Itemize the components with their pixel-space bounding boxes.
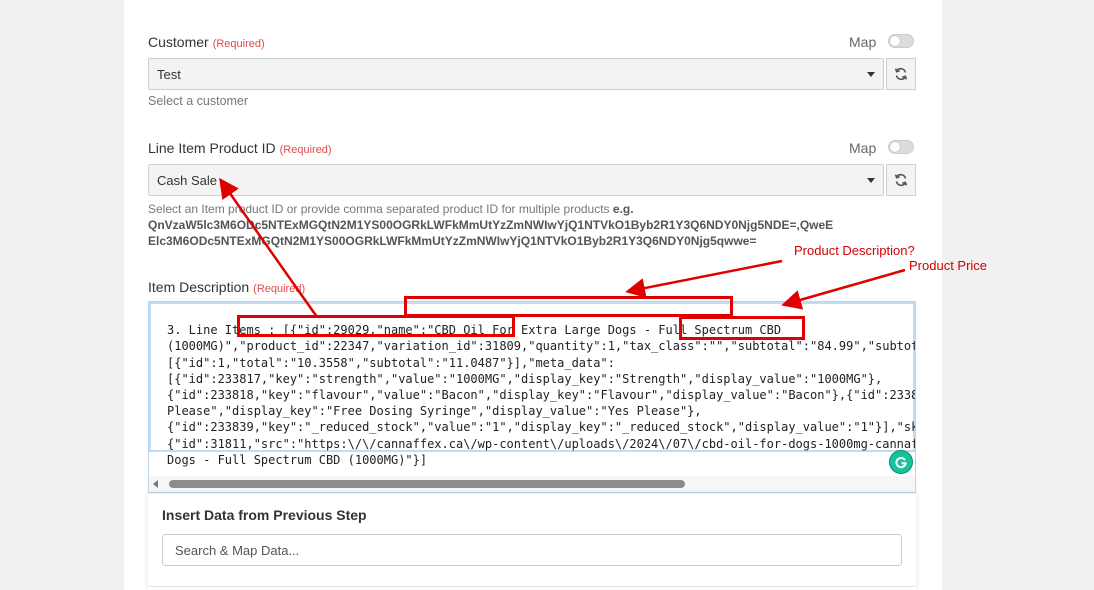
horizontal-scrollbar[interactable] (149, 476, 915, 492)
line-item-select[interactable]: Cash Sale (148, 164, 884, 196)
annotation-product-description: Product Description? (794, 243, 915, 258)
search-map-data-field[interactable] (162, 534, 902, 566)
item-description-label-text: Item Description (148, 279, 250, 295)
code-line: Please","display_key":"Free Dosing Syrin… (167, 404, 702, 419)
scrollbar-thumb[interactable] (169, 480, 685, 488)
annotation-box-product-name (404, 296, 733, 317)
scroll-left-arrow-icon[interactable] (153, 480, 158, 488)
grammarly-g-icon (895, 456, 907, 469)
code-line: {"id":233818,"key":"flavour","value":"Ba… (167, 388, 916, 403)
customer-refresh-button[interactable] (886, 58, 916, 90)
customer-label: Customer (Required) (148, 34, 265, 50)
annotation-box-subtotal (679, 316, 805, 340)
code-line: {"id":31811,"src":"https:\/\/cannaffex.c… (167, 436, 916, 451)
code-line: (1000MG)","product_id":22347,"variation_… (167, 339, 916, 354)
item-description-label: Item Description (Required) (148, 279, 305, 295)
annotation-box-product-id (237, 315, 515, 337)
line-item-help-line1: Select an Item product ID or provide com… (148, 201, 918, 217)
refresh-icon (894, 173, 908, 187)
customer-map-toggle[interactable] (888, 34, 914, 48)
line-item-required: (Required) (279, 144, 332, 156)
dropdown-divider (148, 586, 916, 587)
line-item-select-value: Cash Sale (157, 173, 217, 188)
line-item-eg-prefix: e.g. (612, 202, 634, 216)
customer-required: (Required) (212, 38, 265, 50)
customer-label-text: Customer (148, 34, 209, 50)
code-line: Dogs - Full Spectrum CBD (1000MG)"}] (167, 452, 428, 467)
line-item-map-label: Map (849, 140, 877, 156)
customer-help: Select a customer (148, 94, 249, 108)
refresh-icon (894, 67, 908, 81)
item-description-required: (Required) (253, 283, 306, 295)
insert-data-title: Insert Data from Previous Step (162, 507, 367, 523)
line-item-label-text: Line Item Product ID (148, 140, 276, 156)
code-line: [{"id":1,"total":"10.3558","subtotal":"1… (167, 355, 615, 370)
customer-select-value: Test (157, 67, 181, 82)
line-item-refresh-button[interactable] (886, 164, 916, 196)
line-item-map-toggle[interactable] (888, 140, 914, 154)
search-input[interactable] (173, 535, 877, 565)
chevron-down-icon (867, 72, 875, 77)
code-line: {"id":233839,"key":"_reduced_stock","val… (167, 420, 916, 435)
chevron-down-icon (867, 178, 875, 183)
customer-map-label: Map (849, 34, 877, 50)
line-item-help: Select an Item product ID or provide com… (148, 201, 918, 249)
line-item-label: Line Item Product ID (Required) (148, 140, 332, 156)
line-item-help-text: Select an Item product ID or provide com… (148, 202, 610, 216)
annotation-product-price: Product Price (909, 258, 988, 273)
insert-data-dropdown: Insert Data from Previous Step (148, 494, 916, 590)
grammarly-icon[interactable] (889, 450, 913, 474)
line-item-eg-line1: QnVzaW5lc3M6ODc5NTExMGQtN2M1YS00OGRkLWFk… (148, 218, 834, 232)
customer-select[interactable]: Test (148, 58, 884, 90)
code-line: [{"id":233817,"key":"strength","value":"… (167, 371, 883, 386)
